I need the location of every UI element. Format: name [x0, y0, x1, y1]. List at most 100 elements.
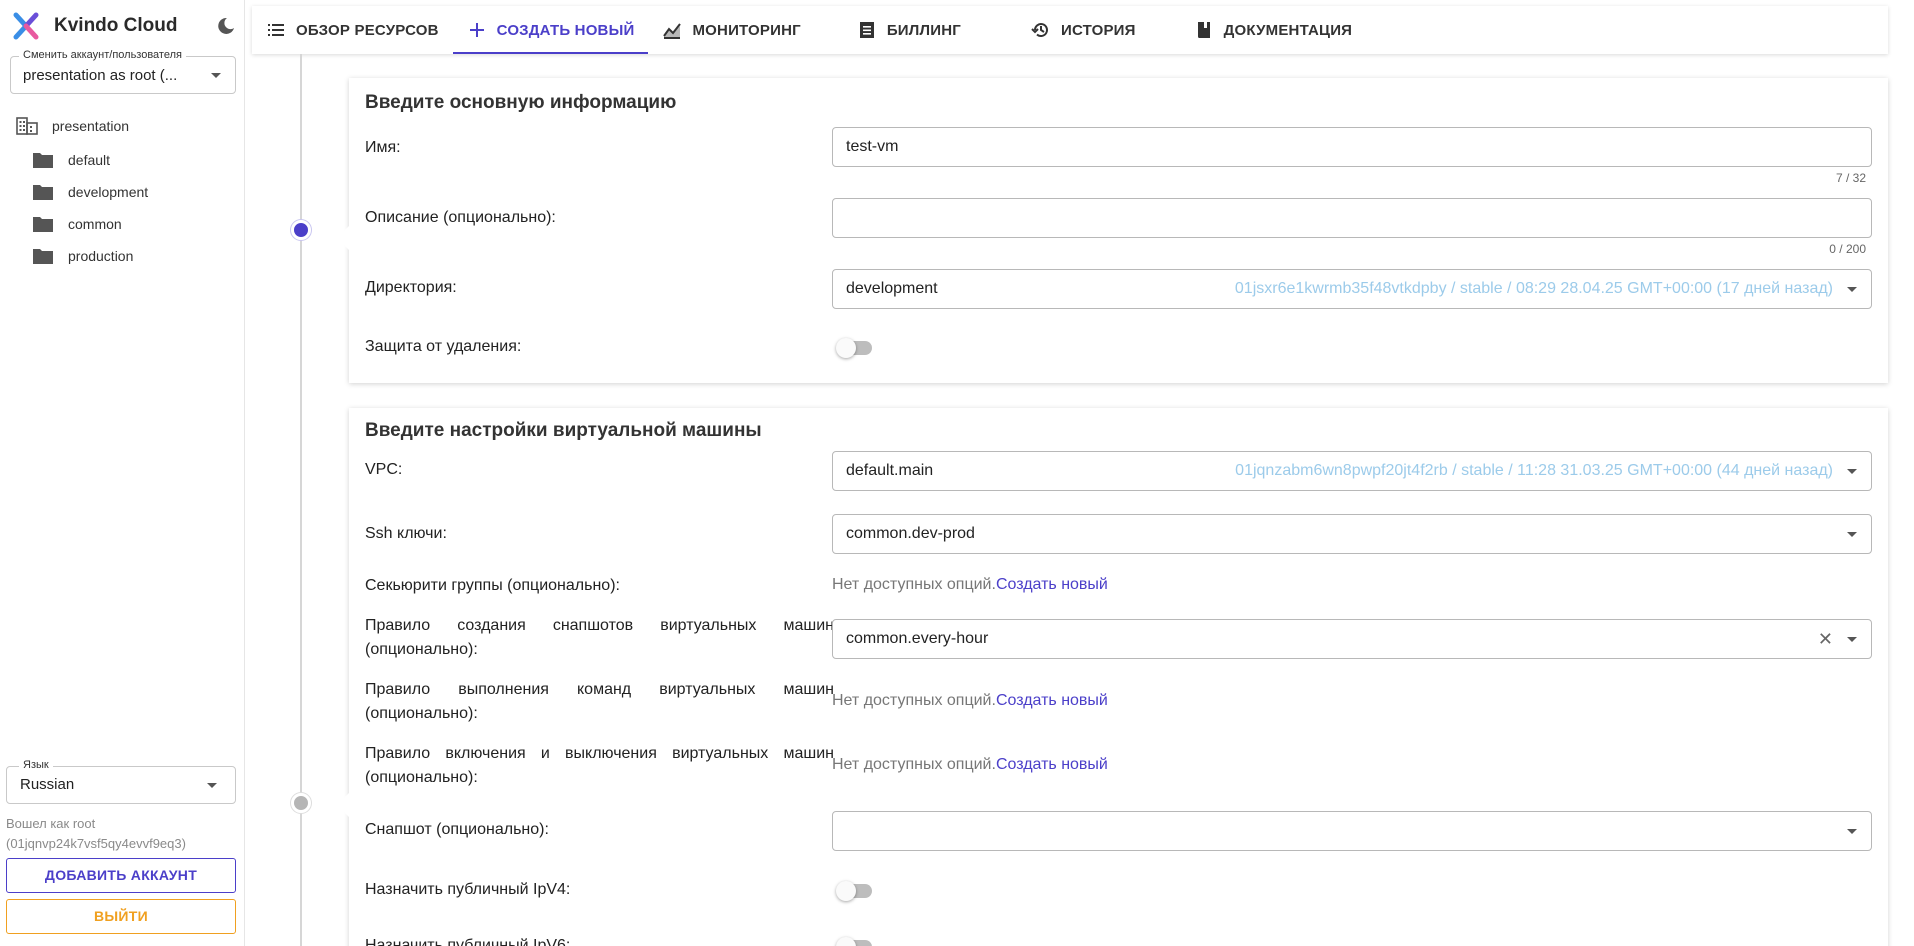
app-root: Kvindo Cloud Сменить аккаунт/пользовател…: [0, 0, 1914, 946]
public-ipv4-label: Назначить публичный IpV4:: [365, 881, 571, 898]
name-label: Имя:: [365, 139, 401, 156]
receipt-icon: [859, 22, 874, 38]
tab-billing[interactable]: БИЛЛИНГ: [843, 6, 975, 54]
description-input[interactable]: [832, 198, 1872, 238]
logged-in-info: Вошел как root (01jqnvp24k7vsf5qy4evvf9e…: [6, 814, 186, 854]
vm-settings-title: Введите настройки виртуальной машины: [365, 420, 762, 441]
list-icon: [268, 24, 284, 36]
delete-protection-toggle[interactable]: [836, 338, 872, 358]
create-command-rule-link[interactable]: Создать новый: [996, 692, 1108, 709]
tab-documentation[interactable]: ДОКУМЕНТАЦИЯ: [1180, 6, 1367, 54]
name-counter: 7 / 32: [1835, 171, 1866, 185]
logged-in-user: Вошел как root: [6, 816, 96, 831]
directory-meta: 01jsxr6e1kwrmb35f48vtkdpby / stable / 08…: [1234, 280, 1833, 297]
command-rule-label: Правило выполнения команд виртуальных ма…: [365, 681, 834, 722]
toggle-knob: [836, 937, 856, 946]
security-groups-empty: Нет доступных опций.Создать новый: [832, 576, 1108, 594]
directory-value: development: [846, 280, 938, 297]
building-icon: [16, 117, 38, 135]
top-navigation: ОБЗОР РЕСУРСОВ СОЗДАТЬ НОВЫЙ МОНИТОРИНГ …: [252, 6, 1888, 54]
snapshot-rule-value: common.every-hour: [846, 630, 989, 647]
no-options-text: Нет доступных опций.: [832, 576, 996, 593]
tree-item-label: production: [68, 248, 134, 264]
description-counter: 0 / 200: [1829, 242, 1866, 256]
create-power-rule-link[interactable]: Создать новый: [996, 756, 1108, 773]
command-rule-empty: Нет доступных опций.Создать новый: [832, 692, 1108, 710]
tab-create-new[interactable]: СОЗДАТЬ НОВЫЙ: [452, 6, 649, 54]
add-account-button[interactable]: ДОБАВИТЬ АККАУНТ: [6, 858, 236, 893]
tree-item-label: development: [68, 184, 149, 200]
basic-info-card: Введите основную информацию Имя: test-vm…: [337, 78, 1888, 383]
tab-monitoring[interactable]: МОНИТОРИНГ: [648, 6, 814, 54]
toggle-knob: [836, 881, 856, 901]
directory-label: Директория:: [365, 279, 457, 296]
logout-button[interactable]: ВЫЙТИ: [6, 899, 236, 934]
ssh-keys-select[interactable]: common.dev-prod: [832, 514, 1872, 554]
vm-settings-card: Введите настройки виртуальной машины VPC…: [337, 408, 1888, 946]
step-indicator-inactive: [291, 793, 311, 813]
tab-label: ОБЗОР РЕСУРСОВ: [296, 21, 439, 39]
delete-protection-label: Защита от удаления:: [365, 338, 522, 355]
tab-resources-overview[interactable]: ОБЗОР РЕСУРСОВ: [252, 6, 453, 54]
folder-icon: [33, 153, 53, 168]
tab-label: СОЗДАТЬ НОВЫЙ: [496, 21, 635, 39]
snapshot-rule-select[interactable]: common.every-hour ✕: [832, 619, 1872, 659]
folder-icon: [33, 217, 53, 232]
chevron-down-icon: [1847, 637, 1857, 642]
description-label: Описание (опционально):: [365, 209, 556, 226]
tab-label: ДОКУМЕНТАЦИЯ: [1223, 21, 1353, 39]
language-label: Язык: [19, 759, 53, 771]
card-pointer: [337, 226, 349, 250]
vpc-meta: 01jqnzabm6wn8pwpf20jt4f2rb / stable / 11…: [1235, 462, 1833, 479]
vpc-select[interactable]: default.main 01jqnzabm6wn8pwpf20jt4f2rb …: [832, 451, 1872, 491]
dark-mode-moon-icon[interactable]: [216, 16, 236, 36]
ssh-keys-label: Ssh ключи:: [365, 525, 447, 542]
basic-info-title: Введите основную информацию: [365, 92, 677, 113]
directory-tree: presentation default development common …: [16, 114, 236, 272]
tab-label: БИЛЛИНГ: [886, 21, 961, 39]
brand[interactable]: Kvindo Cloud: [12, 12, 177, 40]
kvindo-logo-icon: [13, 12, 39, 40]
chevron-down-icon: [207, 783, 217, 788]
tree-item-production[interactable]: production: [16, 240, 236, 272]
tree-item-development[interactable]: development: [16, 176, 236, 208]
toggle-knob: [836, 338, 856, 358]
clear-icon[interactable]: ✕: [1818, 629, 1833, 650]
chevron-down-icon: [1847, 287, 1857, 292]
tree-item-common[interactable]: common: [16, 208, 236, 240]
public-ipv6-toggle[interactable]: [836, 937, 872, 946]
snapshot-label: Снапшот (опционально):: [365, 821, 549, 838]
tree-item-label: default: [68, 152, 111, 168]
account-switch-select[interactable]: Сменить аккаунт/пользователя presentatio…: [10, 49, 236, 94]
chevron-down-icon: [1847, 532, 1857, 537]
tab-label: ИСТОРИЯ: [1060, 21, 1136, 39]
no-options-text: Нет доступных опций.: [832, 692, 996, 709]
directory-select[interactable]: development 01jsxr6e1kwrmb35f48vtkdpby /…: [832, 269, 1872, 309]
tab-label: МОНИТОРИНГ: [692, 21, 801, 39]
tab-history[interactable]: ИСТОРИЯ: [1017, 6, 1150, 54]
app-title: Kvindo Cloud: [54, 15, 178, 36]
power-rule-empty: Нет доступных опций.Создать новый: [832, 756, 1108, 774]
create-security-group-link[interactable]: Создать новый: [996, 576, 1108, 593]
account-switch-value: presentation as root (...: [23, 67, 178, 84]
chevron-down-icon: [1847, 469, 1857, 474]
snapshot-rule-label: Правило создания снапшотов виртуальных м…: [365, 617, 834, 658]
chevron-down-icon: [211, 73, 221, 78]
tree-root-presentation[interactable]: presentation: [16, 114, 236, 138]
ssh-keys-value: common.dev-prod: [846, 525, 975, 542]
history-icon: [1031, 23, 1048, 38]
language-select[interactable]: Язык Russian: [6, 759, 236, 804]
no-options-text: Нет доступных опций.: [832, 756, 996, 773]
chevron-down-icon: [1847, 829, 1857, 834]
public-ipv4-toggle[interactable]: [836, 881, 872, 901]
tree-item-default[interactable]: default: [16, 144, 236, 176]
name-input[interactable]: test-vm: [832, 127, 1872, 167]
tree-item-label: common: [68, 216, 122, 232]
snapshot-select[interactable]: [832, 811, 1872, 851]
step-indicator-active: [291, 220, 311, 240]
folder-icon: [33, 249, 53, 264]
tree-root-label: presentation: [52, 118, 130, 134]
name-value: test-vm: [846, 138, 899, 155]
power-rule-label: Правило включения и выключения виртуальн…: [365, 745, 834, 786]
book-icon: [1197, 22, 1210, 38]
